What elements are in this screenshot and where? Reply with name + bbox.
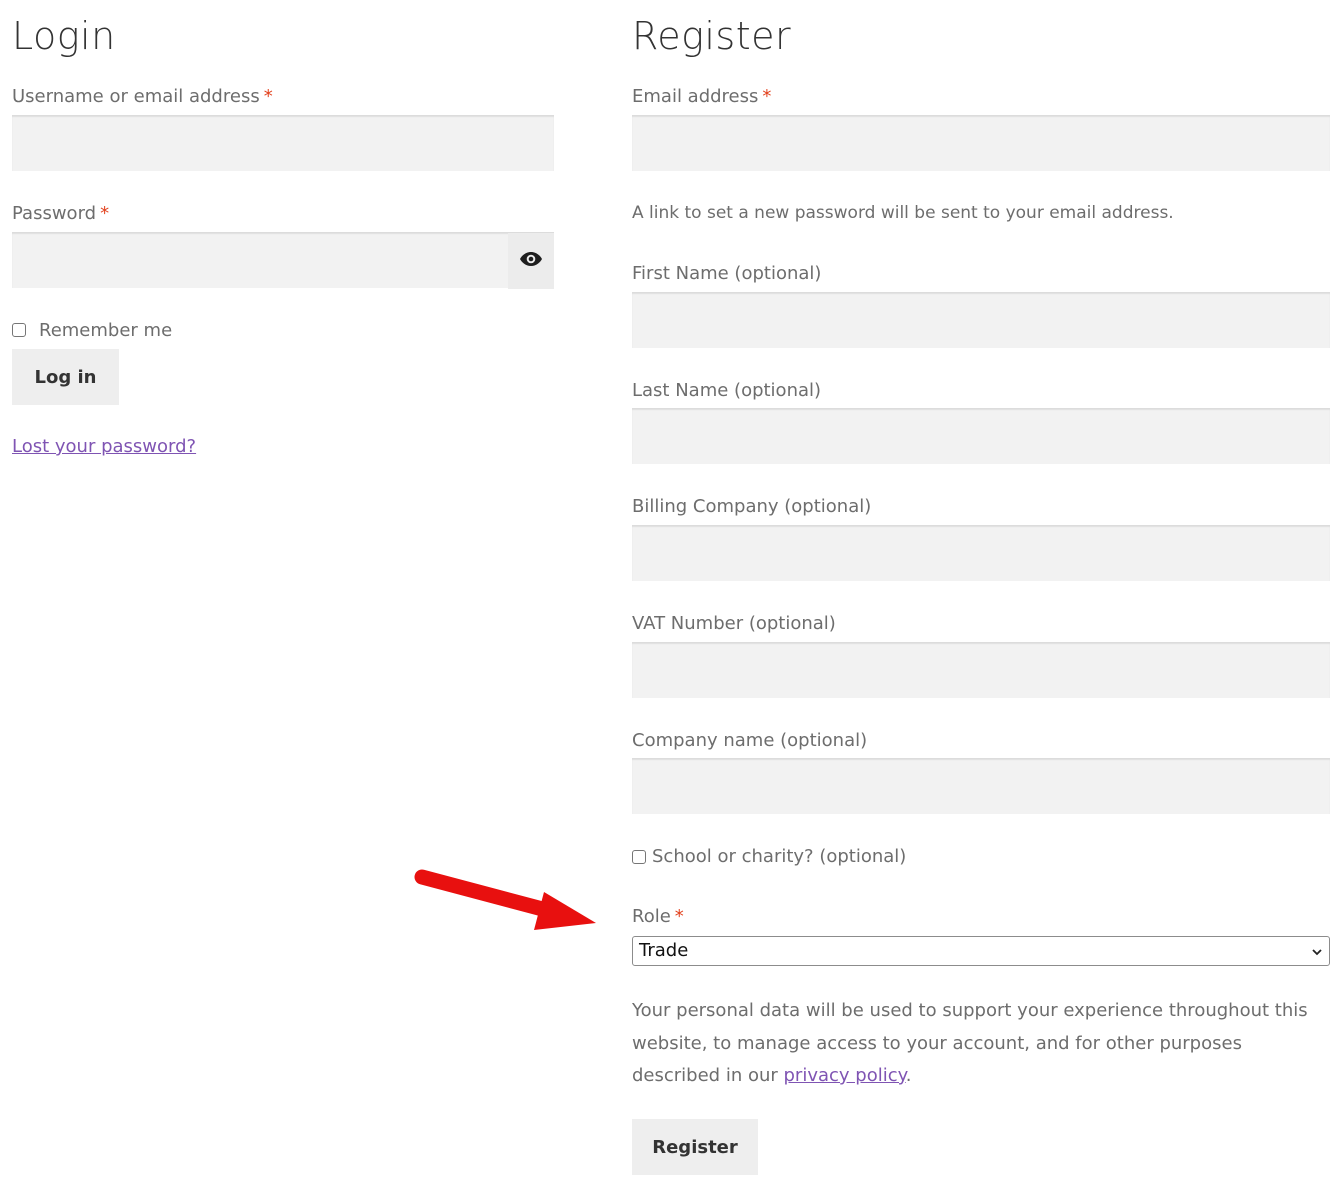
email-label-text: Email address <box>632 86 759 107</box>
role-label-text: Role <box>632 906 671 927</box>
first-name-label: First Name (optional) <box>632 263 822 284</box>
annotation-arrow-icon <box>414 869 596 930</box>
privacy-policy-link[interactable]: privacy policy <box>784 1065 906 1086</box>
role-select[interactable]: Trade <box>632 936 1330 966</box>
company-name-input[interactable] <box>632 758 1330 814</box>
chevron-down-icon <box>1311 944 1323 963</box>
login-title: Login <box>12 14 116 58</box>
username-label-text: Username or email address <box>12 86 260 107</box>
school-charity-label: School or charity? (optional) <box>652 846 907 867</box>
remember-me-checkbox[interactable] <box>12 323 26 337</box>
required-mark: * <box>263 86 273 107</box>
role-label: Role * <box>632 906 684 927</box>
billing-company-input[interactable] <box>632 525 1330 581</box>
username-input[interactable] <box>12 115 554 171</box>
required-mark: * <box>674 906 684 927</box>
first-name-input[interactable] <box>632 292 1330 348</box>
login-button[interactable]: Log in <box>12 349 119 405</box>
register-button[interactable]: Register <box>632 1119 758 1175</box>
username-label: Username or email address * <box>12 86 273 107</box>
privacy-notice: Your personal data will be used to suppo… <box>632 995 1330 1093</box>
required-mark: * <box>100 203 110 224</box>
password-input[interactable] <box>12 232 554 289</box>
billing-company-label: Billing Company (optional) <box>632 496 872 517</box>
eye-icon <box>519 251 543 271</box>
privacy-text: Your personal data will be used to suppo… <box>632 1000 1308 1086</box>
role-select-value: Trade <box>639 940 689 961</box>
email-input[interactable] <box>632 115 1330 171</box>
password-notice: A link to set a new password will be sen… <box>632 203 1174 223</box>
show-password-button[interactable] <box>508 233 554 289</box>
school-charity-checkbox[interactable] <box>632 850 646 864</box>
privacy-text-end: . <box>905 1065 912 1086</box>
register-title: Register <box>632 14 792 58</box>
password-label-text: Password <box>12 203 97 224</box>
required-mark: * <box>762 86 772 107</box>
remember-me-label: Remember me <box>39 320 173 341</box>
last-name-input[interactable] <box>632 408 1330 464</box>
last-name-label: Last Name (optional) <box>632 380 822 401</box>
password-label: Password * <box>12 203 109 224</box>
vat-number-input[interactable] <box>632 642 1330 698</box>
lost-password-link[interactable]: Lost your password? <box>12 436 196 457</box>
vat-number-label: VAT Number (optional) <box>632 613 836 634</box>
company-name-label: Company name (optional) <box>632 730 868 751</box>
email-label: Email address * <box>632 86 771 107</box>
